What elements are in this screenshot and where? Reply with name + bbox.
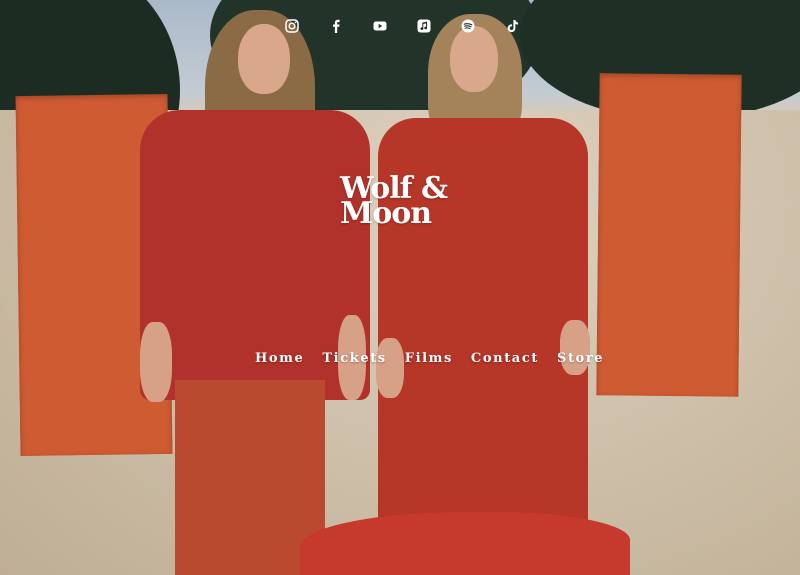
main-nav: Home Tickets Films Contact Store — [246, 351, 613, 366]
youtube-icon[interactable] — [358, 16, 402, 36]
spotify-icon[interactable] — [446, 16, 490, 36]
social-links — [270, 16, 534, 36]
orange-panel-right — [596, 73, 742, 397]
nav-contact[interactable]: Contact — [462, 351, 548, 366]
tiktok-icon[interactable] — [490, 16, 534, 36]
red-cloth — [300, 512, 630, 575]
nav-films[interactable]: Films — [396, 351, 462, 366]
facebook-icon[interactable] — [314, 16, 358, 36]
man-hand-left — [140, 322, 172, 402]
apple-music-icon[interactable] — [402, 16, 446, 36]
nav-store[interactable]: Store — [548, 351, 613, 366]
instagram-icon[interactable] — [270, 16, 314, 36]
nav-home[interactable]: Home — [246, 351, 313, 366]
nav-tickets[interactable]: Tickets — [313, 351, 395, 366]
woman-hand-left — [376, 338, 404, 398]
brand-logo[interactable]: Wolf & Moon — [340, 174, 460, 229]
hero-background: Wolf & Moon Home Tickets Films Contact S… — [0, 0, 800, 575]
woman-hand-right — [560, 320, 590, 375]
